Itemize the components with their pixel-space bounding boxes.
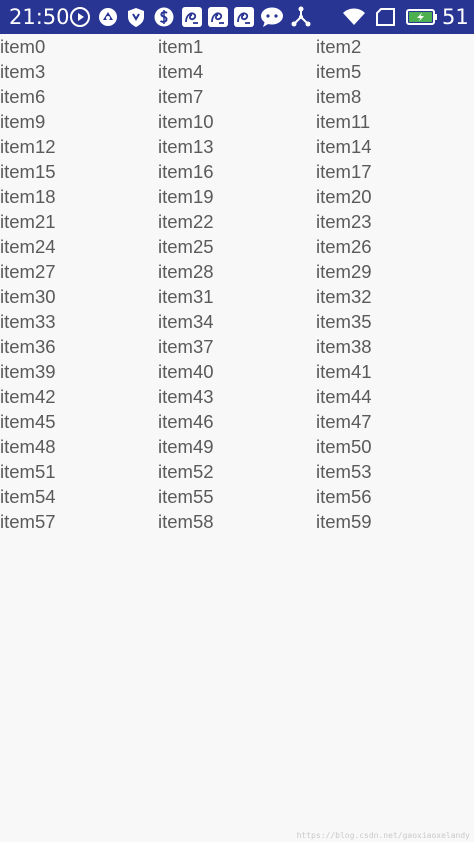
grid-item[interactable]: item2 [316,34,474,59]
grid-item[interactable]: item12 [0,134,158,159]
grid-item[interactable]: item35 [316,309,474,334]
sim-icon [375,6,397,28]
grid-item[interactable]: item5 [316,59,474,84]
grid-item[interactable]: item54 [0,484,158,509]
uc-browser-icon [207,6,229,28]
grid-item[interactable]: item3 [0,59,158,84]
grid-item[interactable]: item47 [316,409,474,434]
grid-item[interactable]: item38 [316,334,474,359]
grid-item[interactable]: item16 [158,159,316,184]
grid-item[interactable]: item37 [158,334,316,359]
battery-percent: 51 [442,5,469,29]
item-grid: item0 item1 item2 item3 item4 item5 item6 item7… [0,34,474,534]
grid-item[interactable]: item58 [158,509,316,534]
grid-item[interactable]: item21 [0,209,158,234]
grid-item[interactable]: item22 [158,209,316,234]
grid-item[interactable]: item24 [0,234,158,259]
grid-item[interactable]: item32 [316,284,474,309]
grid-item[interactable]: item56 [316,484,474,509]
grid-item[interactable]: item36 [0,334,158,359]
grid-item[interactable]: item55 [158,484,316,509]
grid-item[interactable]: item41 [316,359,474,384]
grid-item[interactable]: item6 [0,84,158,109]
grid-item[interactable]: item29 [316,259,474,284]
grid-item[interactable]: item28 [158,259,316,284]
grid-item[interactable]: item51 [0,459,158,484]
chat-bubble-icon [260,6,283,28]
grid-item[interactable]: item27 [0,259,158,284]
grid-item[interactable]: item23 [316,209,474,234]
grid-item[interactable]: item18 [0,184,158,209]
grid-item[interactable]: item30 [0,284,158,309]
shield-icon [125,6,147,28]
wifi-icon [342,6,365,28]
grid-item[interactable]: item57 [0,509,158,534]
uc-browser-icon [181,6,203,28]
grid-item[interactable]: item14 [316,134,474,159]
grid-item[interactable]: item20 [316,184,474,209]
grid-item[interactable]: item43 [158,384,316,409]
grid-item[interactable]: item46 [158,409,316,434]
grid-item[interactable]: item31 [158,284,316,309]
battery-charging-icon [406,6,438,28]
grid-item[interactable]: item17 [316,159,474,184]
grid-item[interactable]: item45 [0,409,158,434]
watermark: https://blog.csdn.net/gaoxiaoxelandy [296,831,470,840]
grid-item[interactable]: item40 [158,359,316,384]
uc-browser-icon [233,6,255,28]
grid-item[interactable]: item1 [158,34,316,59]
grid-item[interactable]: item49 [158,434,316,459]
grid-item[interactable]: item4 [158,59,316,84]
grid-item[interactable]: item53 [316,459,474,484]
grid-item[interactable]: item52 [158,459,316,484]
grid-item[interactable]: item48 [0,434,158,459]
grid-item[interactable]: item19 [158,184,316,209]
grid-item[interactable]: item34 [158,309,316,334]
grid-item[interactable]: item10 [158,109,316,134]
grid-item[interactable]: item15 [0,159,158,184]
sync-icon [97,6,119,28]
grid-item[interactable]: item42 [0,384,158,409]
status-bar: 21:50 51 [0,0,474,34]
grid-item[interactable]: item8 [316,84,474,109]
money-icon [153,6,175,28]
grid-item[interactable]: item50 [316,434,474,459]
grid-item[interactable]: item44 [316,384,474,409]
grid-item[interactable]: item39 [0,359,158,384]
grid-item[interactable]: item7 [158,84,316,109]
network-share-icon [290,6,312,28]
status-time: 21:50 [9,5,70,29]
grid-item[interactable]: item9 [0,109,158,134]
grid-item[interactable]: item13 [158,134,316,159]
grid-item[interactable]: item11 [316,109,474,134]
grid-item[interactable]: item33 [0,309,158,334]
grid-item[interactable]: item0 [0,34,158,59]
play-circle-icon [69,6,91,28]
grid-item[interactable]: item26 [316,234,474,259]
grid-item[interactable]: item25 [158,234,316,259]
grid-item[interactable]: item59 [316,509,474,534]
